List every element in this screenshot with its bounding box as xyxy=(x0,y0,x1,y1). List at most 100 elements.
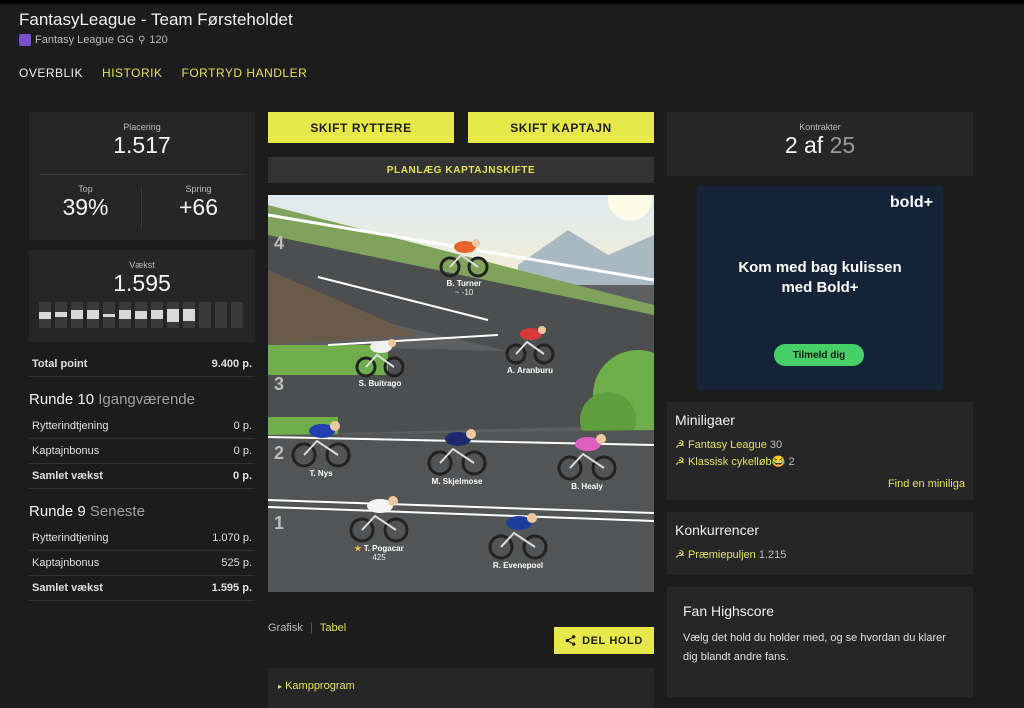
row-value: 1.070 p. xyxy=(212,532,252,544)
total-value: 9.400 p. xyxy=(211,358,252,370)
tab-tabel[interactable]: Tabel xyxy=(320,622,346,634)
row-label: Rytterindtjening xyxy=(32,420,109,432)
left-column: Placering 1.517 Top 39% Spring +66 Vækst… xyxy=(29,112,255,601)
bold-logo: bold+ xyxy=(889,194,933,211)
growth-bar-fill xyxy=(119,310,131,319)
row-label: Samlet vækst xyxy=(32,582,103,594)
growth-bar-fill xyxy=(135,311,147,319)
contracts-label: Kontrakter xyxy=(799,122,841,132)
miniligaer-title: Miniligaer xyxy=(675,412,735,428)
rider-name: B. Turner xyxy=(446,279,482,288)
del-hold-button[interactable]: DEL HOLD xyxy=(554,627,654,654)
round-10-status: Igangværende xyxy=(98,391,195,408)
league-subtitle: Fantasy League GG ⚲ 120 xyxy=(19,34,293,46)
contracts-used: 2 af xyxy=(784,132,824,158)
skift-ryttere-button[interactable]: SKIFT RYTTERE xyxy=(268,112,454,143)
row-value: 0 p. xyxy=(233,470,252,482)
divider xyxy=(39,174,245,175)
find-miniliga-link[interactable]: Find en miniliga xyxy=(675,478,965,490)
group-icon: ☭ xyxy=(675,456,685,468)
miniliga-item[interactable]: ☭ Klassisk cykelløb😂 2 xyxy=(675,455,965,468)
rider-name: A. Aranburu xyxy=(507,366,553,375)
growth-bar-fill xyxy=(39,312,51,319)
nav-historik[interactable]: HISTORIK xyxy=(102,66,162,80)
growth-bar-fill xyxy=(103,314,115,317)
ad-headline-line: Kom med bag kulissen xyxy=(738,259,902,276)
vaekst-value: 1.595 xyxy=(113,270,171,296)
rider-name: S. Buitrago xyxy=(358,379,402,388)
rider-card[interactable]: T. Nys xyxy=(276,417,366,478)
rider-card[interactable]: M. Skjelmose xyxy=(412,425,502,486)
cyclist-icon xyxy=(505,326,555,365)
page-header: FantasyLeague - Team Førsteholdet Fantas… xyxy=(19,10,293,46)
miniliga-item[interactable]: ☭ Fantasy League 30 xyxy=(675,438,965,451)
rider-points: ~ -10 xyxy=(454,288,474,297)
konkurrencer-card: Konkurrencer ☭ Præmiepuljen 1.215 xyxy=(667,512,973,575)
league-name[interactable]: Fantasy League GG xyxy=(35,34,134,46)
captain-star-icon: ★ xyxy=(354,544,362,553)
cyclist-icon xyxy=(439,239,489,278)
growth-card: Vækst 1.595 xyxy=(29,250,255,342)
rider-card[interactable]: B. Healy xyxy=(542,430,632,491)
konkurrence-item[interactable]: ☭ Præmiepuljen 1.215 xyxy=(675,548,965,561)
chevron-right-icon: ▸ xyxy=(278,682,283,691)
growth-bar-fill xyxy=(199,315,211,317)
action-buttons: SKIFT RYTTERE SKIFT KAPTAJN xyxy=(268,112,654,143)
konkurrence-name: Præmiepuljen xyxy=(687,549,756,561)
growth-bar xyxy=(39,302,51,328)
growth-bar-fill xyxy=(55,312,67,317)
growth-bar xyxy=(55,302,67,328)
growth-bar xyxy=(231,302,243,328)
placering-label: Placering xyxy=(123,122,161,132)
share-icon xyxy=(565,635,576,646)
rank-card: Placering 1.517 Top 39% Spring +66 xyxy=(29,112,255,240)
growth-bar-fill xyxy=(87,310,99,319)
round-9-row: Samlet vækst 1.595 p. xyxy=(29,576,255,601)
group-icon: ☭ xyxy=(675,549,685,561)
nav-overblik[interactable]: OVERBLIK xyxy=(19,66,83,80)
ad-headline-line: med Bold+ xyxy=(781,279,859,296)
del-hold-label: DEL HOLD xyxy=(582,634,643,647)
placering-value: 1.517 xyxy=(113,132,171,158)
growth-bar-fill xyxy=(151,310,163,319)
rider-card[interactable]: A. Aranburu xyxy=(485,322,575,375)
rider-card-captain[interactable]: ★ T. Pogacar 425 xyxy=(334,492,424,562)
advertisement[interactable]: bold+ Kom med bag kulissen med Bold+ Til… xyxy=(697,186,943,390)
rider-card[interactable]: R. Evenepoel xyxy=(473,509,563,570)
planlaeg-kaptajnskifte-button[interactable]: PLANLÆG KAPTAJNSKIFTE xyxy=(268,157,654,183)
trophy-count: 120 xyxy=(149,34,168,46)
round-10-row: Samlet vækst 0 p. xyxy=(29,464,255,489)
round-10-row: Rytterindtjening 0 p. xyxy=(29,414,255,439)
window-top-bar xyxy=(0,0,1024,4)
nav-fortryd-handler[interactable]: FORTRYD HANDLER xyxy=(182,66,308,80)
growth-bar xyxy=(103,302,115,328)
cyclist-icon xyxy=(557,434,617,481)
growth-bar xyxy=(199,302,211,328)
row-label: Kaptajnbonus xyxy=(32,557,100,569)
ad-cta-button[interactable]: Tilmeld dig xyxy=(774,344,864,366)
rider-card[interactable]: B. Turner ~ -10 xyxy=(419,235,509,297)
tab-grafisk[interactable]: Grafisk xyxy=(268,622,303,634)
round-9-row: Rytterindtjening 1.070 p. xyxy=(29,526,255,551)
cyclist-icon xyxy=(488,513,548,560)
spring-value: +66 xyxy=(178,194,218,220)
round-10-heading: Runde 10 Igangværende xyxy=(29,391,255,408)
round-10-title: Runde 10 xyxy=(29,391,95,408)
skift-kaptajn-button[interactable]: SKIFT KAPTAJN xyxy=(468,112,654,143)
total-row: Total point 9.400 p. xyxy=(29,352,255,377)
cyclist-icon xyxy=(291,421,351,468)
round-9-title: Runde 9 xyxy=(29,503,86,520)
group-icon: ☭ xyxy=(675,439,685,451)
row-label: Rytterindtjening xyxy=(32,532,109,544)
miniliga-name: Fantasy League xyxy=(687,439,767,451)
growth-bar-fill xyxy=(231,315,243,317)
fan-highscore-title: Fan Highscore xyxy=(683,603,775,619)
growth-bar xyxy=(151,302,163,328)
growth-bar-fill xyxy=(215,315,227,317)
growth-bar-fill xyxy=(71,310,83,319)
rider-card[interactable]: S. Buitrago xyxy=(335,335,425,388)
growth-bar xyxy=(167,302,179,328)
row-label: Samlet vækst xyxy=(32,470,103,482)
growth-bar xyxy=(71,302,83,328)
kampprogram-toggle[interactable]: ▸ Kampprogram xyxy=(268,668,654,708)
